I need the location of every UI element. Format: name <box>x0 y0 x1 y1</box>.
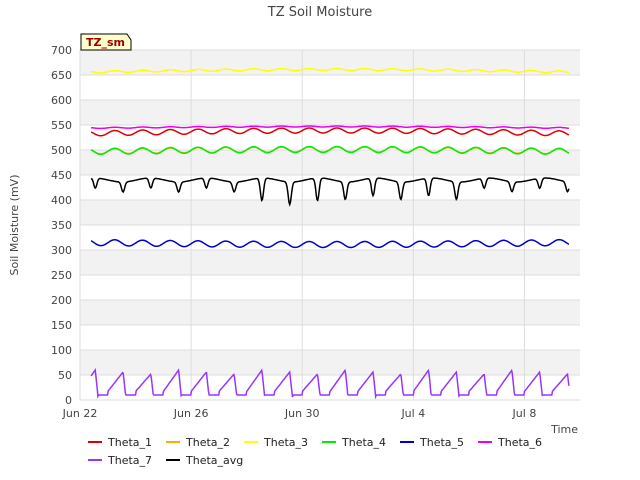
plot-band <box>80 75 580 100</box>
legend-label: Theta_7 <box>107 454 152 467</box>
y-tick-label: 100 <box>51 344 72 357</box>
legend-label: Theta_3 <box>263 436 308 449</box>
y-tick-label: 150 <box>51 319 72 332</box>
chart-title: TZ Soil Moisture <box>267 5 373 20</box>
legend-label: Theta_1 <box>107 436 152 449</box>
y-axis-ticks: 0 50 100 150 200 250 300 350 400 450 500 550 600 650 7… <box>51 44 72 407</box>
legend-label: Theta_2 <box>185 436 230 449</box>
x-tick-label: Jul 8 <box>512 407 537 420</box>
y-tick-label: 500 <box>51 144 72 157</box>
soil-moisture-chart: TZ Soil Moisture 0 50 100 150 200 250 300 350 40… <box>8 5 580 467</box>
y-tick-label: 700 <box>51 44 72 57</box>
y-axis-label: Soil Moisture (mV) <box>8 175 21 276</box>
legend: Theta_1 Theta_2 Theta_3 Theta_4 Theta_5 Theta… <box>88 436 542 467</box>
plot-band <box>80 100 580 125</box>
plot-band <box>80 200 580 225</box>
y-tick-label: 400 <box>51 194 72 207</box>
legend-label: Theta_6 <box>497 436 542 449</box>
plot-band <box>80 325 580 350</box>
y-tick-label: 350 <box>51 219 72 232</box>
x-axis-label: Time <box>550 423 578 436</box>
x-axis-ticks: Jun 22 Jun 26 Jun 30 Jul 4 Jul 8 <box>62 407 537 420</box>
legend-label: Theta_5 <box>419 436 464 449</box>
y-tick-label: 650 <box>51 69 72 82</box>
plot-band <box>80 125 580 150</box>
plot-band <box>80 300 580 325</box>
station-badge: TZ_sm <box>80 33 132 51</box>
x-tick-label: Jun 26 <box>173 407 209 420</box>
x-tick-label: Jun 22 <box>62 407 98 420</box>
y-tick-label: 50 <box>58 369 72 382</box>
y-tick-label: 600 <box>51 94 72 107</box>
legend-label: Theta_4 <box>341 436 386 449</box>
x-tick-label: Jul 4 <box>400 407 425 420</box>
plot-band <box>80 275 580 300</box>
y-tick-label: 200 <box>51 294 72 307</box>
plot-band <box>80 350 580 375</box>
x-tick-label: Jun 30 <box>284 407 320 420</box>
y-tick-label: 300 <box>51 244 72 257</box>
y-tick-label: 250 <box>51 269 72 282</box>
legend-label: Theta_avg <box>185 454 243 467</box>
y-tick-label: 450 <box>51 169 72 182</box>
y-tick-label: 0 <box>65 394 72 407</box>
station-badge-label: TZ_sm <box>86 36 125 49</box>
y-tick-label: 550 <box>51 119 72 132</box>
plot-band <box>80 250 580 275</box>
